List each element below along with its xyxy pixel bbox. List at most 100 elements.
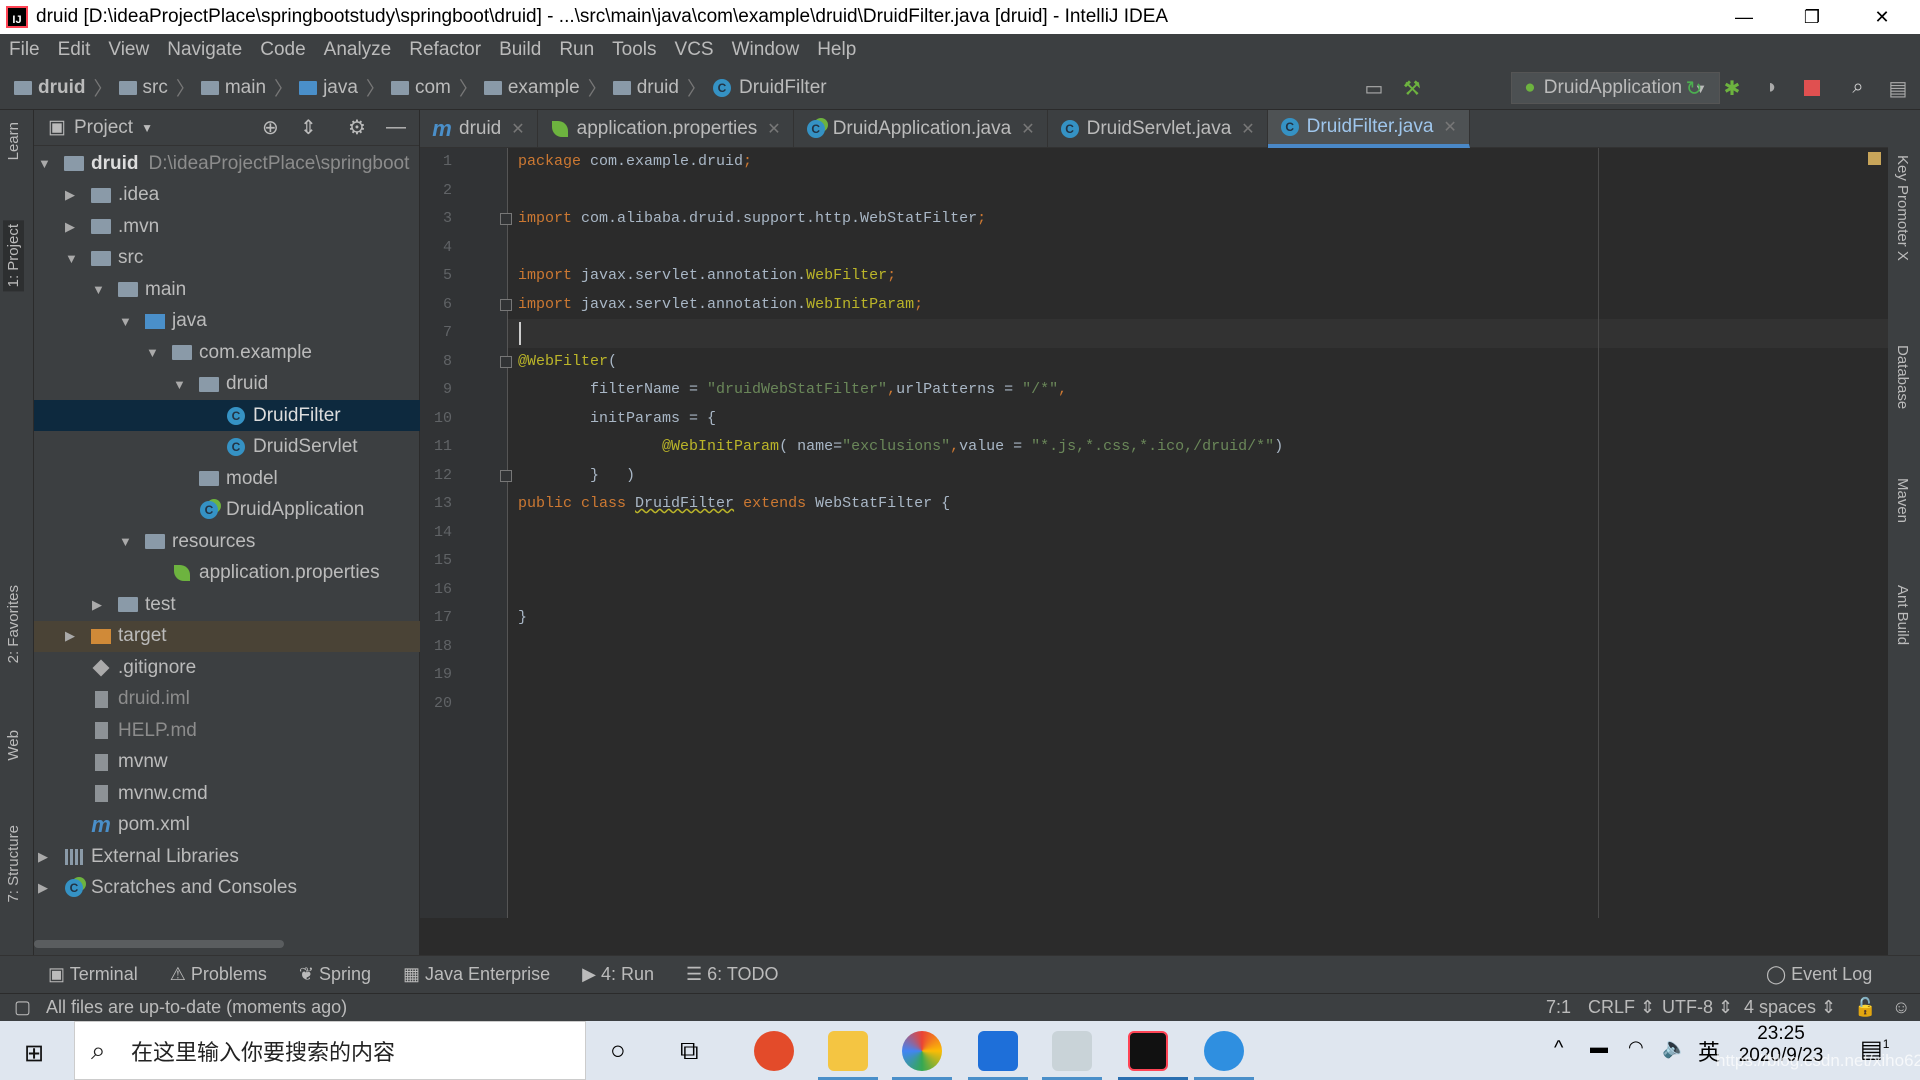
breadcrumb-item[interactable]: com [390,77,451,99]
cortana-icon[interactable]: ○ [610,1035,626,1066]
chrome-icon[interactable] [902,1031,942,1071]
taskbar-search[interactable]: ⌕ 在这里输入你要搜索的内容 [74,1021,586,1080]
rerun-icon[interactable]: ↻ [1682,76,1706,100]
maven-tab[interactable]: Maven [1894,478,1911,523]
lock-icon[interactable]: 🔓 [1854,997,1876,1018]
java-enterprise-tab[interactable]: ▦ Java Enterprise [403,964,550,985]
close-tab-icon[interactable]: ✕ [1443,117,1456,137]
restore-button[interactable]: ❐ [1782,0,1842,34]
spring-tab[interactable]: ❦ Spring [299,964,371,985]
expanded-arrow-icon[interactable]: ▼ [146,345,160,360]
expanded-arrow-icon[interactable]: ▼ [119,314,133,329]
word-app-icon[interactable] [978,1031,1018,1071]
coverage-icon[interactable]: ◗ [1760,76,1784,100]
expanded-arrow-icon[interactable]: ▼ [92,282,106,297]
fold-marker-icon[interactable] [500,355,512,368]
volume-icon[interactable]: 🔈 [1662,1035,1687,1060]
stop-icon[interactable] [1800,76,1824,100]
app-icon[interactable] [1204,1031,1244,1071]
editor-tab[interactable]: druid ✕ [420,110,538,148]
file-explorer-icon[interactable] [828,1031,868,1071]
breadcrumb-item[interactable]: druid [612,77,679,99]
tree-item[interactable]: ▼ java [34,306,420,337]
hide-icon[interactable]: — [386,116,406,139]
status-toggle-icon[interactable]: ▢ [14,997,31,1018]
tree-item[interactable]: ▼ druid [34,369,420,400]
editor-tab[interactable]: DruidFilter.java ✕ [1267,110,1470,148]
key-promoter-tab[interactable]: Key Promoter X [1894,155,1911,261]
breadcrumb-item[interactable]: main [200,77,266,99]
tree-item[interactable]: mvnw.cmd [34,778,420,809]
menu-help[interactable]: Help [808,39,865,61]
gear-icon[interactable]: ⚙ [348,115,366,140]
build-hammer-icon[interactable]: ⚒ [1400,76,1424,100]
task-view-icon[interactable]: ⧉ [680,1035,699,1067]
tree-item[interactable]: ▶ External Libraries [34,841,420,872]
menu-refactor[interactable]: Refactor [400,39,490,61]
expanded-arrow-icon[interactable]: ▼ [65,251,79,266]
tree-item[interactable]: DruidApplication [34,495,420,526]
tree-item[interactable]: ▼ src [34,243,420,274]
battery-icon[interactable]: ▬ [1590,1037,1608,1058]
tree-item[interactable]: pom.xml [34,810,420,841]
fold-marker-icon[interactable] [500,298,512,311]
editor-tab[interactable]: DruidServlet.java ✕ [1048,110,1268,148]
editor-tab[interactable]: DruidApplication.java ✕ [794,110,1048,148]
breadcrumb-item[interactable]: java [299,77,358,99]
collapse-all-icon[interactable]: ⇕ [300,115,317,140]
browser-app-icon[interactable] [754,1031,794,1071]
tree-item[interactable]: DruidFilter [34,400,420,431]
collapsed-arrow-icon[interactable]: ▶ [38,880,52,896]
tree-item[interactable]: ▶ .idea [34,180,420,211]
collapsed-arrow-icon[interactable]: ▶ [65,628,79,644]
locate-icon[interactable]: ⊕ [262,115,279,140]
editor-tab[interactable]: application.properties ✕ [538,110,794,148]
windows-start-icon[interactable]: ⊞ [24,1039,44,1068]
inspection-status-icon[interactable] [1868,152,1881,165]
tree-item[interactable]: mvnw [34,747,420,778]
debug-icon[interactable]: ✱ [1720,76,1744,100]
menu-file[interactable]: File [0,39,49,61]
breadcrumb-item[interactable]: src [118,77,168,99]
menu-analyze[interactable]: Analyze [315,39,401,61]
tree-item[interactable]: druid.iml [34,684,420,715]
breadcrumb-item[interactable]: DruidFilter [712,77,827,99]
structure-tab[interactable]: 7: Structure [5,825,22,903]
caret-position[interactable]: 7:1 [1546,997,1571,1018]
code-editor[interactable]: package com.example.druid; import com.ali… [518,148,1888,918]
image-app-icon[interactable] [1052,1031,1092,1071]
menu-tools[interactable]: Tools [603,39,665,61]
tray-chevron-icon[interactable]: ^ [1554,1037,1563,1060]
horizontal-scrollbar[interactable] [34,940,284,948]
inspector-icon[interactable]: ☺ [1892,997,1910,1018]
close-tab-icon[interactable]: ✕ [1021,119,1034,139]
expanded-arrow-icon[interactable]: ▼ [173,377,187,392]
close-tab-icon[interactable]: ✕ [511,119,524,139]
menu-build[interactable]: Build [490,39,550,61]
menu-view[interactable]: View [99,39,158,61]
close-button[interactable]: ✕ [1852,0,1912,34]
run-tab[interactable]: ▶ 4: Run [582,964,654,985]
tree-item[interactable]: .gitignore [34,652,420,683]
project-view-select[interactable]: Project [74,117,133,139]
minimize-button[interactable]: — [1714,0,1774,34]
expanded-arrow-icon[interactable]: ▼ [119,534,133,549]
collapsed-arrow-icon[interactable]: ▶ [92,597,106,613]
collapsed-arrow-icon[interactable]: ▶ [65,219,79,235]
indent-select[interactable]: 4 spaces ⇕ [1744,997,1836,1018]
tree-item[interactable]: ▼ com.example [34,337,420,368]
todo-tab[interactable]: ☰ 6: TODO [686,964,779,985]
wifi-icon[interactable]: ◠ [1628,1037,1644,1058]
breadcrumb-item[interactable]: example [483,77,580,99]
tree-item[interactable]: ▼ druid D:\ideaProjectPlace\springboot [34,148,420,179]
chevron-down-icon[interactable]: ▼ [141,121,153,135]
tree-item[interactable]: application.properties [34,558,420,589]
tree-item[interactable]: ▶ Scratches and Consoles [34,873,420,904]
tree-item[interactable]: model [34,463,420,494]
problems-tab[interactable]: ⚠ Problems [170,964,267,985]
menu-window[interactable]: Window [723,39,809,61]
tree-item[interactable]: DruidServlet [34,432,420,463]
collapsed-arrow-icon[interactable]: ▶ [38,849,52,865]
tree-item[interactable]: HELP.md [34,715,420,746]
breadcrumb-item[interactable]: druid [14,77,86,99]
